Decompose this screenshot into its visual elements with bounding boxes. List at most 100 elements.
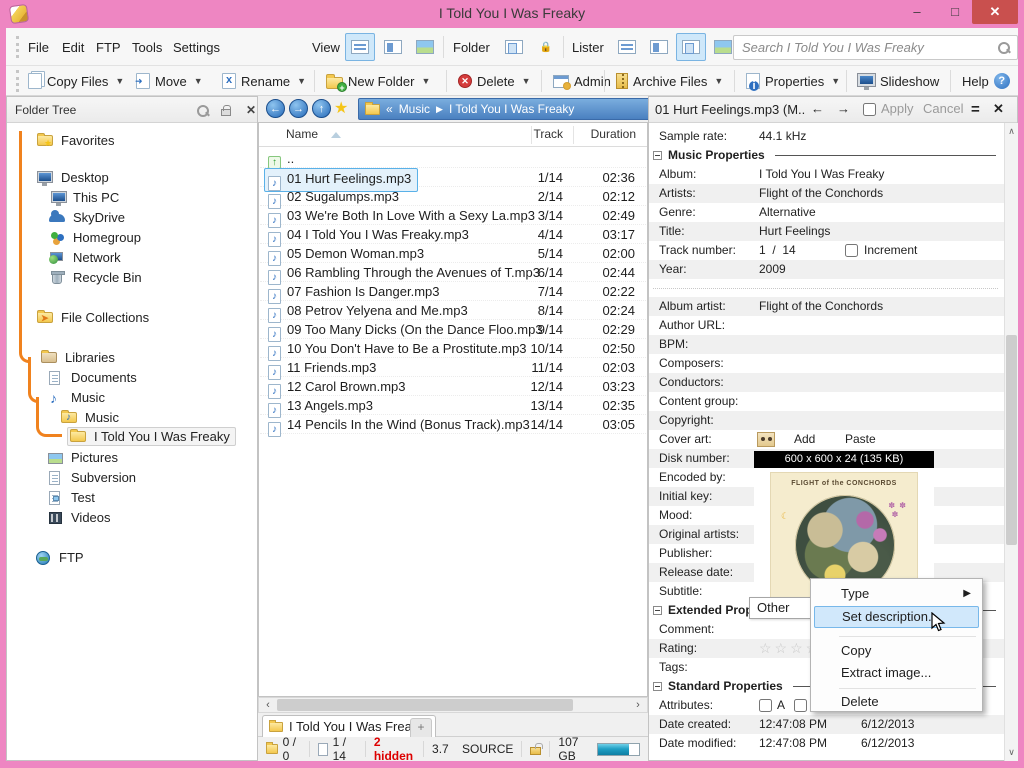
scroll-up-arrow[interactable]: ∧ bbox=[1005, 124, 1018, 139]
archive-files-button[interactable]: Archive Files ▼ bbox=[612, 69, 727, 93]
prop-row[interactable]: Copyright: bbox=[649, 411, 1004, 430]
sidebar-item-album-selected[interactable]: I Told You I Was Freaky bbox=[67, 427, 236, 446]
prop-row[interactable]: Author URL: bbox=[649, 316, 1004, 335]
increment-checkbox[interactable] bbox=[845, 244, 858, 257]
file-row[interactable]: ♪03 We're Both In Love With a Sexy La.mp… bbox=[260, 206, 646, 225]
sidebar-item-music-folder[interactable]: ♪Music bbox=[61, 408, 119, 427]
collapse-icon[interactable] bbox=[653, 151, 662, 160]
sidebar-item-recycle-bin[interactable]: Recycle Bin bbox=[49, 268, 142, 287]
prop-row-cover-art[interactable]: Cover art: Add Paste bbox=[649, 430, 1004, 449]
sidebar-item-documents[interactable]: Documents bbox=[47, 368, 137, 387]
tree-search-icon[interactable] bbox=[195, 103, 211, 118]
prop-row[interactable]: Content group: bbox=[649, 392, 1004, 411]
help-button[interactable]: Help ? bbox=[958, 69, 1014, 93]
file-row[interactable]: ♪02 Sugalumps.mp32/1402:12 bbox=[260, 187, 646, 206]
prop-row[interactable]: Title:Hurt Feelings bbox=[649, 222, 1004, 241]
cancel-button[interactable]: Cancel bbox=[923, 101, 963, 116]
toolbar-grip[interactable] bbox=[16, 70, 20, 92]
prop-row[interactable]: BPM: bbox=[649, 335, 1004, 354]
section-music-properties[interactable]: Music Properties bbox=[649, 146, 1004, 165]
lister-tree-toggle[interactable] bbox=[644, 33, 674, 61]
close-button[interactable]: ✕ bbox=[972, 0, 1018, 24]
tree-pin-icon[interactable] bbox=[219, 103, 235, 118]
breadcrumb-parent[interactable]: Music bbox=[399, 102, 430, 116]
collapse-icon[interactable] bbox=[653, 682, 662, 691]
menu-tools[interactable]: Tools bbox=[128, 38, 166, 57]
lister-list-toggle[interactable] bbox=[612, 33, 642, 61]
minimize-button[interactable]: – bbox=[900, 0, 934, 24]
file-row[interactable]: ♪06 Rambling Through the Avenues of T.mp… bbox=[260, 263, 646, 282]
sidebar-item-skydrive[interactable]: SkyDrive bbox=[49, 208, 125, 227]
copy-files-button[interactable]: Copy Files ▼ bbox=[24, 69, 128, 93]
move-button[interactable]: Move ▼ bbox=[132, 69, 207, 93]
attribute-c-checkbox[interactable] bbox=[794, 699, 807, 712]
menu-item-copy[interactable]: Copy bbox=[814, 640, 979, 662]
menu-item-extract-image[interactable]: Extract image... bbox=[814, 662, 979, 684]
sidebar-item-test[interactable]: Test bbox=[47, 488, 95, 507]
attribute-a-checkbox[interactable] bbox=[759, 699, 772, 712]
breadcrumb-current[interactable]: I Told You I Was Freaky bbox=[449, 102, 574, 116]
delete-button[interactable]: ✕ Delete ▼ bbox=[454, 69, 535, 93]
file-row[interactable]: ♪13 Angels.mp313/1402:35 bbox=[260, 396, 646, 415]
menu-ftp[interactable]: FTP bbox=[92, 38, 125, 57]
cover-paste-button[interactable]: Paste bbox=[845, 430, 876, 449]
folder-lock-toggle[interactable]: 🔒 bbox=[531, 33, 561, 61]
panel-menu-icon[interactable]: = bbox=[971, 101, 980, 118]
prop-row[interactable]: Sample rate:44.1 kHz bbox=[649, 127, 1004, 146]
file-row[interactable]: ♪10 You Don't Have to Be a Prostitute.mp… bbox=[260, 339, 646, 358]
view-content-toggle[interactable] bbox=[378, 33, 408, 61]
file-row[interactable]: ♪14 Pencils In the Wind (Bonus Track).mp… bbox=[260, 415, 646, 434]
lister-detailpane-toggle[interactable] bbox=[676, 33, 706, 61]
prop-row[interactable]: Artists:Flight of the Conchords bbox=[649, 184, 1004, 203]
column-track[interactable]: Track bbox=[533, 127, 563, 141]
maximize-button[interactable]: □ bbox=[938, 0, 972, 24]
view-details-toggle[interactable] bbox=[345, 33, 375, 61]
menu-settings[interactable]: Settings bbox=[169, 38, 224, 57]
next-file-arrow[interactable]: → bbox=[837, 101, 850, 116]
column-duration[interactable]: Duration bbox=[591, 127, 636, 141]
scroll-down-arrow[interactable]: ∨ bbox=[1005, 745, 1018, 760]
menu-item-delete[interactable]: Delete bbox=[814, 691, 979, 713]
folder-pair-toggle[interactable] bbox=[499, 33, 529, 61]
search-input[interactable] bbox=[742, 38, 987, 57]
sidebar-item-videos[interactable]: Videos bbox=[47, 508, 111, 527]
slideshow-button[interactable]: Slideshow bbox=[854, 69, 943, 93]
prop-row[interactable]: Genre:Alternative bbox=[649, 203, 1004, 222]
new-folder-button[interactable]: + New Folder ▼ bbox=[322, 69, 434, 93]
column-resize-handle[interactable] bbox=[531, 126, 532, 144]
panel-close-icon[interactable]: ✕ bbox=[993, 101, 1004, 117]
sidebar-item-subversion[interactable]: Subversion bbox=[47, 468, 136, 487]
sidebar-item-ftp[interactable]: FTP bbox=[35, 548, 84, 567]
status-lock[interactable] bbox=[522, 741, 550, 757]
sidebar-item-libraries[interactable]: Libraries bbox=[41, 348, 115, 367]
file-row-selected[interactable]: ♪01 Hurt Feelings.mp3 1/1402:36 bbox=[260, 168, 646, 187]
file-row[interactable]: ♪07 Fashion Is Danger.mp37/1402:22 bbox=[260, 282, 646, 301]
favorites-star-icon[interactable]: ★ bbox=[334, 99, 348, 118]
breadcrumb-overflow-icon[interactable]: « bbox=[386, 102, 393, 116]
scrollbar-thumb[interactable] bbox=[277, 699, 573, 711]
up-button[interactable]: ↑ bbox=[312, 99, 331, 118]
sidebar-item-this-pc[interactable]: This PC bbox=[49, 188, 119, 207]
rename-button[interactable]: Rename ▼ bbox=[218, 69, 310, 93]
type-value-popup[interactable]: Other bbox=[749, 597, 813, 619]
sidebar-item-favorites[interactable]: ★Favorites bbox=[37, 131, 114, 150]
file-row[interactable]: ♪05 Demon Woman.mp35/1402:00 bbox=[260, 244, 646, 263]
file-row[interactable]: ♪04 I Told You I Was Freaky.mp34/1403:17 bbox=[260, 225, 646, 244]
sidebar-item-homegroup[interactable]: Homegroup bbox=[49, 228, 141, 247]
scroll-right-arrow[interactable]: › bbox=[630, 698, 646, 712]
menu-item-set-description[interactable]: Set description... bbox=[814, 606, 979, 628]
apply-button[interactable]: Apply bbox=[881, 101, 914, 116]
prop-row[interactable]: Conductors: bbox=[649, 373, 1004, 392]
column-name[interactable]: Name bbox=[286, 127, 318, 141]
menu-item-type[interactable]: Type▶ bbox=[814, 583, 979, 605]
search-icon[interactable] bbox=[997, 41, 1011, 55]
apply-checkbox[interactable] bbox=[863, 103, 876, 116]
tree-close-icon[interactable]: ✕ bbox=[243, 103, 259, 118]
prop-row[interactable]: Year:2009 bbox=[649, 260, 1004, 279]
prop-row-track-number[interactable]: Track number: 1 / 14 Increment bbox=[649, 241, 1004, 260]
horizontal-scrollbar[interactable]: ‹ › bbox=[258, 697, 648, 713]
view-thumbnails-toggle[interactable] bbox=[410, 33, 440, 61]
properties-button[interactable]: Properties ▼ bbox=[742, 69, 844, 93]
sidebar-item-desktop[interactable]: Desktop bbox=[37, 168, 109, 187]
prop-row-date-created[interactable]: Date created: 12:47:08 PM 6/12/2013 bbox=[649, 715, 1004, 734]
